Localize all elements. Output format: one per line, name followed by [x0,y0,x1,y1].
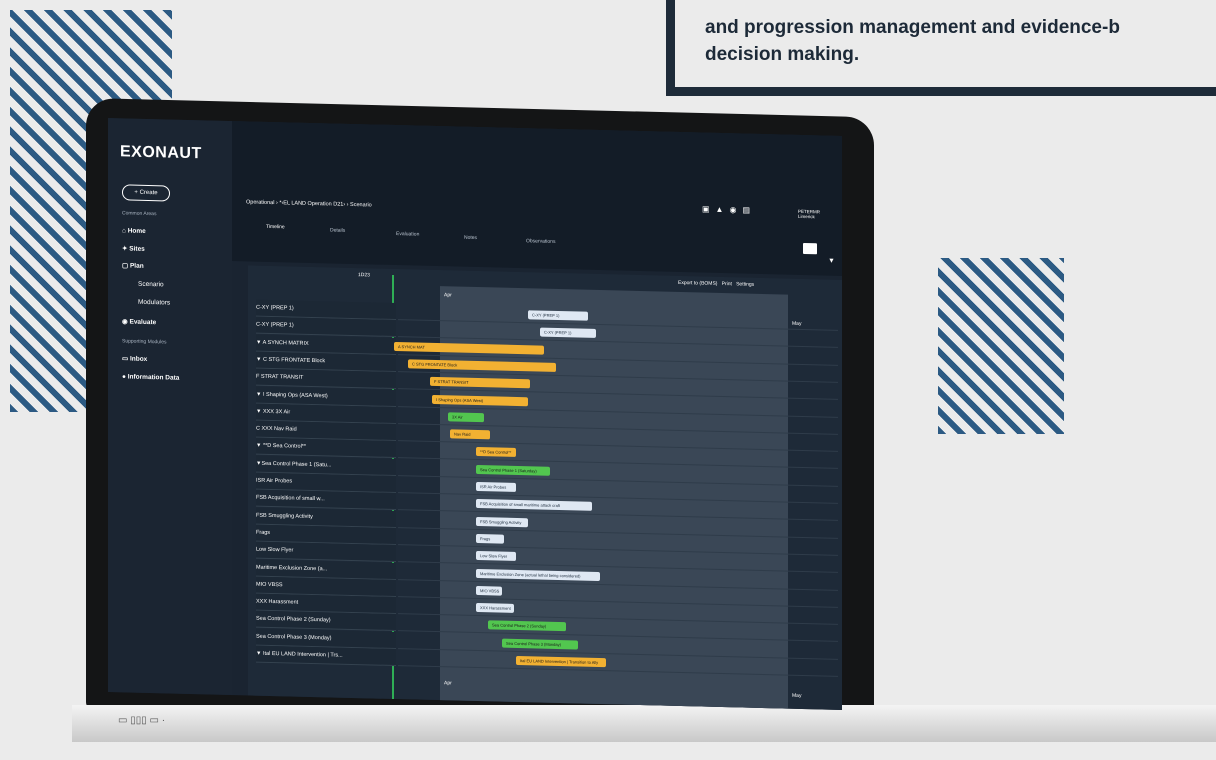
gantt-bar[interactable]: **D Sea Control** [476,447,516,458]
axis-top-mid: Apr [444,292,452,299]
gantt-bar[interactable]: 3X Air [448,412,484,422]
tab-notes[interactable]: Notes [464,235,477,241]
axis-top-right: May [792,320,802,327]
gantt-bar[interactable]: ISR Air Probes [476,481,516,492]
tab-details[interactable]: Details [330,227,345,233]
tab-timeline[interactable]: Timeline [266,224,285,230]
tab-evaluation[interactable]: Evaluation [396,231,419,238]
export-button[interactable]: Export to (BOMS) [678,280,717,287]
gantt-bar[interactable]: C-XY (PREP 1) [528,310,588,321]
app-main: Operational › *‹EL LAND Operation D21› ›… [108,0,842,760]
gantt-bar[interactable]: Nav Raid [450,429,490,440]
gantt-bar[interactable]: MIO VBSS [476,585,502,596]
gantt-bar[interactable]: FSB Smuggling Activity [476,516,528,527]
axis-bottom-mid: Apr [444,680,452,687]
decorative-stripes-right [938,258,1064,434]
top-bar [232,121,842,276]
gantt-bar[interactable]: Sea Control Phase 3 (Monday) [502,638,578,650]
gantt-bar[interactable]: C-XY (PREP 1) [540,327,596,339]
user-name[interactable]: PETERMR Limerick [798,209,820,220]
row-label[interactable]: ▼ Ital EU LAND Intervention | Trs... [256,645,396,667]
settings-button[interactable]: Settings [736,281,754,287]
toolbar-icons[interactable]: ▣▲◉▤ [702,205,756,215]
gantt-bar[interactable]: Low Slow Flyer [476,551,516,562]
expand-button[interactable] [803,242,817,255]
gantt-bar[interactable]: Sea Control Phase 1 (Saturday) [476,464,550,476]
gantt-bar[interactable]: Frags [476,533,504,544]
tab-observations[interactable]: Observations [526,238,555,245]
gantt-bar[interactable]: XXX Harassment [476,603,514,614]
axis-bottom-right: May [792,692,802,699]
axis-left-label: 1D23 [358,272,370,279]
print-button[interactable]: Print [722,281,732,287]
filter-icon[interactable]: ▼ [828,258,835,265]
